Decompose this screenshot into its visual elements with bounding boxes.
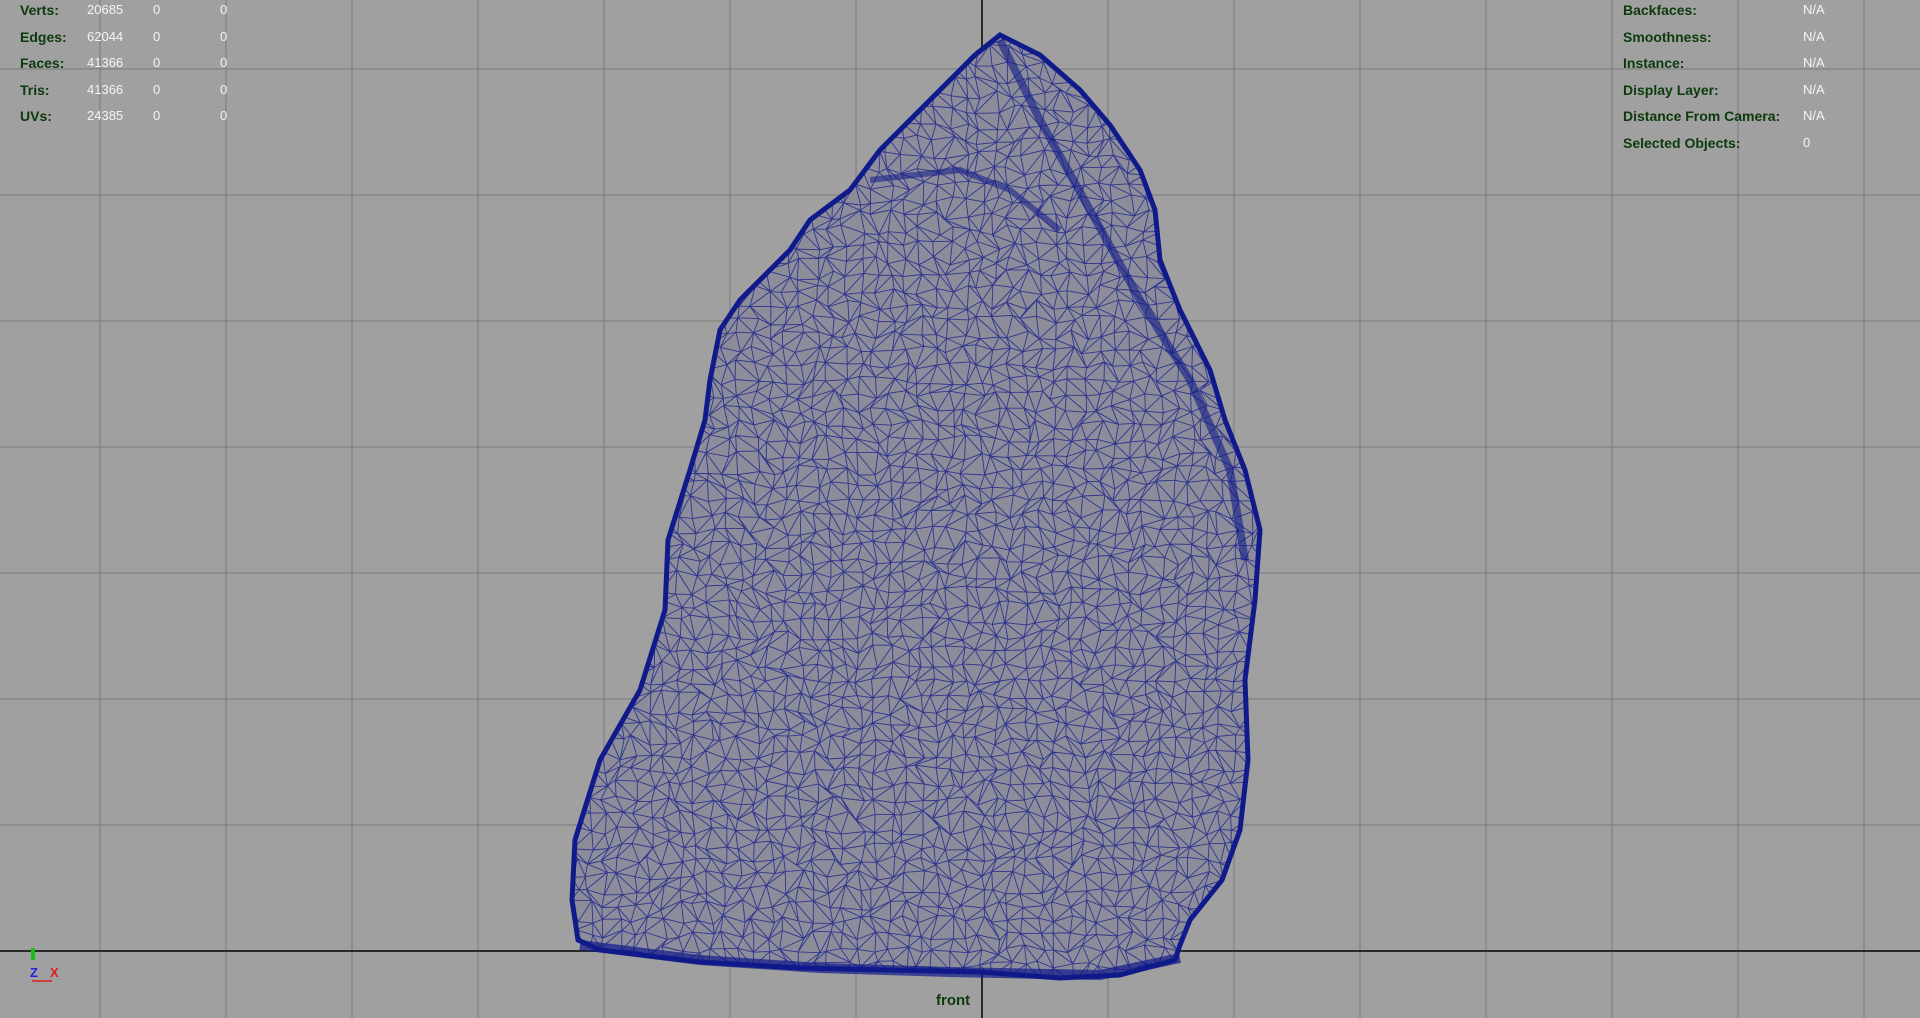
rock-mesh-wireframe[interactable]	[555, 15, 1270, 985]
hud-value: 0	[220, 81, 228, 97]
hud-value: N/A	[1803, 55, 1825, 70]
hud-value: 0	[153, 2, 161, 17]
hud-value: 0	[220, 2, 228, 17]
hud-value: 0	[153, 28, 161, 44]
hud-label: Faces:	[20, 55, 65, 71]
hud-label: Display Layer:	[1623, 81, 1719, 98]
hud-value: 0	[220, 108, 228, 123]
hud-value: N/A	[1803, 81, 1825, 97]
hud-value: 20685	[87, 2, 124, 17]
hud-value: 41366	[87, 55, 124, 70]
hud-value: 0	[153, 81, 161, 97]
hud-value: 0	[220, 28, 228, 44]
viewport-front[interactable]: Verts: 20685 0 0 Edges: 62044 0 0 Faces:…	[0, 0, 1920, 1018]
hud-value: 0	[1803, 134, 1811, 150]
hud-label: Smoothness:	[1623, 28, 1712, 45]
hud-value: 0	[153, 108, 161, 123]
hud-label: Instance:	[1623, 55, 1685, 71]
hud-value: 41366	[87, 81, 124, 97]
z-axis-label: Z	[30, 965, 38, 980]
hud-value: 24385	[87, 108, 124, 123]
hud-label: Edges:	[20, 28, 67, 45]
hud-value: 0	[220, 55, 228, 70]
hud-label: Selected Objects:	[1623, 134, 1741, 151]
hud-value: N/A	[1803, 28, 1825, 44]
view-axis-icon: Z X	[30, 948, 59, 982]
hud-value: 0	[153, 55, 161, 70]
hud-label: UVs:	[20, 108, 52, 124]
hud-label: Verts:	[20, 2, 59, 18]
camera-name-label: front	[936, 992, 971, 1009]
hud-label: Tris:	[20, 81, 50, 98]
hud-value: N/A	[1803, 2, 1825, 17]
y-axis-icon	[31, 948, 35, 960]
hud-value: N/A	[1803, 108, 1825, 123]
hud-label: Backfaces:	[1623, 2, 1697, 18]
x-axis-label: X	[50, 965, 59, 980]
hud-value: 62044	[87, 28, 124, 44]
hud-label: Distance From Camera:	[1623, 108, 1781, 124]
